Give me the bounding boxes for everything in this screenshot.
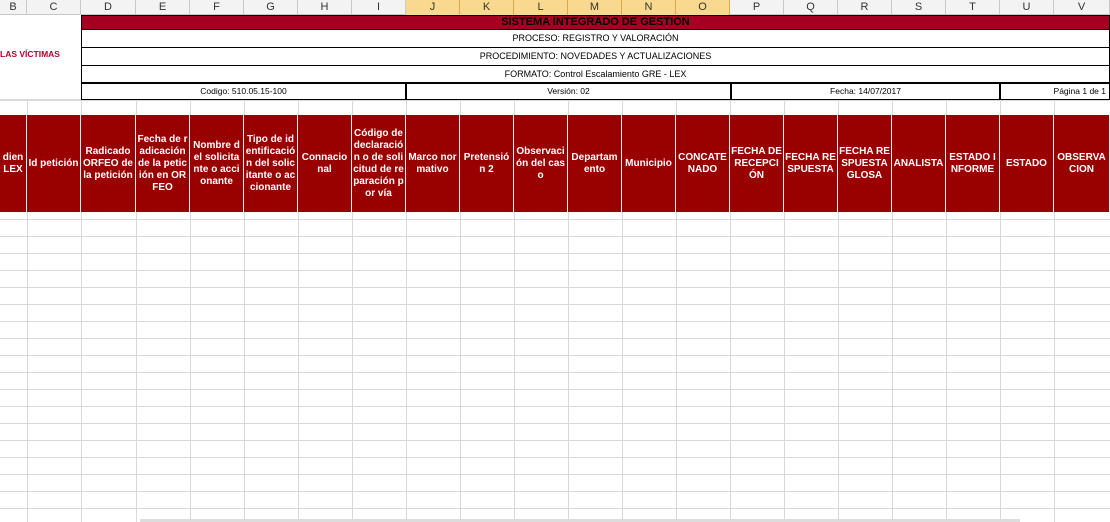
table-header-cell[interactable]: FECHA RESPUESTA	[784, 115, 838, 212]
column-header-n[interactable]: N	[622, 0, 676, 15]
column-header-bar: BCDEFGHIJKLMNOPQRSTUV	[0, 0, 1110, 15]
table-header-cell[interactable]: Nombre del solicitante o accionante	[190, 115, 244, 212]
fecha-label: Fecha: 14/07/2017	[731, 83, 1000, 100]
table-header-cell[interactable]: dien LEX	[0, 115, 27, 212]
table-header-cell[interactable]: Tipo de identificación del solicitante o…	[244, 115, 298, 212]
column-header-e[interactable]: E	[136, 0, 190, 15]
table-header-cell[interactable]: ESTADO	[1000, 115, 1054, 212]
table-header-cell[interactable]: FECHA RESPUESTA GLOSA	[838, 115, 892, 212]
column-header-m[interactable]: M	[568, 0, 622, 15]
formato-label: FORMATO: Control Escalamiento GRE - LEX	[81, 66, 1110, 83]
column-header-k[interactable]: K	[460, 0, 514, 15]
logo-text: LAS VÍCTIMAS	[0, 49, 60, 59]
table-header-cell[interactable]: Marco normativo	[406, 115, 460, 212]
column-header-j[interactable]: J	[406, 0, 460, 15]
column-header-c[interactable]: C	[27, 0, 81, 15]
column-header-h[interactable]: H	[298, 0, 352, 15]
table-header-cell[interactable]: CONCATENADO	[676, 115, 730, 212]
codigo-label: Codigo: 510.05.15-100	[81, 83, 406, 100]
column-header-q[interactable]: Q	[784, 0, 838, 15]
column-header-l[interactable]: L	[514, 0, 568, 15]
column-header-o[interactable]: O	[676, 0, 730, 15]
table-header-cell[interactable]: ANALISTA	[892, 115, 946, 212]
table-header-cell[interactable]: Radicado ORFEO de la petición	[81, 115, 136, 212]
column-header-p[interactable]: P	[730, 0, 784, 15]
column-header-f[interactable]: F	[190, 0, 244, 15]
table-header-cell[interactable]: Pretensión 2	[460, 115, 514, 212]
table-header-row: dien LEX Id petición Radicado ORFEO de la …	[0, 115, 1110, 212]
system-title: SISTEMA INTEGRADO DE GESTION	[81, 15, 1110, 30]
column-header-v[interactable]: V	[1054, 0, 1110, 15]
column-header-b[interactable]: B	[0, 0, 27, 15]
column-header-d[interactable]: D	[81, 0, 136, 15]
table-header-cell[interactable]: Departamento	[568, 115, 622, 212]
column-header-g[interactable]: G	[244, 0, 298, 15]
table-header-cell[interactable]: FECHA DE RECEPCIÓN	[730, 115, 784, 212]
column-header-u[interactable]: U	[1000, 0, 1054, 15]
column-header-s[interactable]: S	[892, 0, 946, 15]
column-header-i[interactable]: I	[352, 0, 406, 15]
procedimiento-label: PROCEDIMIENTO: NOVEDADES Y ACTUALIZACION…	[81, 48, 1110, 66]
proceso-label: PROCESO: REGISTRO Y VALORACIÓN	[81, 30, 1110, 48]
table-header-cell[interactable]: OBSERVACION	[1054, 115, 1110, 212]
version-label: Versión: 02	[406, 83, 731, 100]
column-header-t[interactable]: T	[946, 0, 1000, 15]
pagina-label: Página 1 de 1	[1000, 83, 1110, 100]
column-header-r[interactable]: R	[838, 0, 892, 15]
table-header-cell[interactable]: Connacional	[298, 115, 352, 212]
table-header-cell[interactable]: ESTADO INFORME	[946, 115, 1000, 212]
table-header-cell[interactable]: Municipio	[622, 115, 676, 212]
table-header-cell[interactable]: Id petición	[27, 115, 81, 212]
table-header-cell[interactable]: Código de declaración o de solicitud de …	[352, 115, 406, 212]
table-header-cell[interactable]: Observación del caso	[514, 115, 568, 212]
table-header-cell[interactable]: Fecha de radicación de la petición en OR…	[136, 115, 190, 212]
